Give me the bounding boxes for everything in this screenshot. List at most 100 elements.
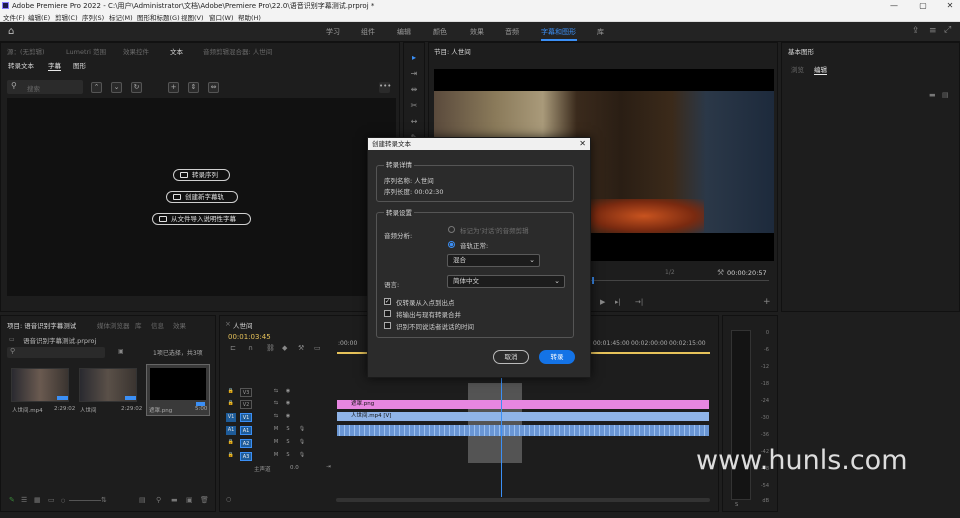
sync-lock-icon[interactable]: ⇆: [271, 387, 281, 396]
cancel-button[interactable]: 取消: [493, 350, 529, 364]
tab-info[interactable]: 信息: [151, 320, 164, 330]
workspace-libraries[interactable]: 库: [597, 27, 604, 37]
nest-icon[interactable]: ⊏: [230, 344, 236, 352]
create-caption-track-button[interactable]: 创建新字幕轨: [166, 191, 238, 203]
import-captions-button[interactable]: 从文件导入说明性字幕: [152, 213, 251, 225]
tab-sequence[interactable]: 人世间: [233, 320, 253, 330]
home-icon[interactable]: ⌂: [8, 26, 14, 37]
lock-icon[interactable]: 🔒: [226, 387, 236, 396]
master-value[interactable]: 0.0: [290, 465, 299, 471]
split-caption-icon[interactable]: ⇕: [188, 82, 199, 93]
maximize-button[interactable]: ▢: [913, 0, 933, 11]
folder-icon[interactable]: ▬: [929, 91, 936, 99]
source-patch-a1[interactable]: A1: [226, 426, 236, 435]
menu-view[interactable]: 视图(V): [181, 12, 204, 22]
track-select-tool-icon[interactable]: ⇥: [409, 69, 419, 79]
slip-tool-icon[interactable]: ↔: [409, 117, 419, 127]
track-label[interactable]: A2: [240, 439, 252, 448]
clip-video-v1[interactable]: 人世间.mp4 [V]: [337, 412, 709, 421]
workspace-learn[interactable]: 学习: [326, 27, 340, 37]
new-item-icon[interactable]: ▣: [186, 496, 193, 504]
track-label[interactable]: V2: [240, 400, 252, 409]
new-layer-icon[interactable]: ▤: [942, 91, 949, 99]
freeform-view-icon[interactable]: ▭: [48, 496, 55, 504]
menu-help[interactable]: 帮助(H): [238, 12, 261, 22]
tab-lumetri[interactable]: Lumetri 范围: [66, 46, 106, 56]
track-label[interactable]: V1: [240, 413, 252, 422]
lock-icon[interactable]: 🔒: [226, 399, 236, 408]
tab-effect-controls[interactable]: 效果控件: [123, 46, 149, 56]
selection-tool-icon[interactable]: ▸: [409, 53, 419, 63]
go-to-out-icon[interactable]: →|: [635, 298, 643, 306]
track-label[interactable]: V3: [240, 388, 252, 397]
radio-dialog-clips[interactable]: [448, 226, 455, 233]
pencil-icon[interactable]: ✎: [9, 496, 15, 504]
merge-caption-icon[interactable]: ⇔: [208, 82, 219, 93]
track-label[interactable]: A1: [240, 426, 252, 435]
snap-icon[interactable]: ∩: [248, 344, 253, 352]
clip-audio-a1[interactable]: [337, 425, 709, 436]
menu-markers[interactable]: 标记(M): [109, 12, 133, 22]
workspace-assembly[interactable]: 组件: [361, 27, 375, 37]
list-view-icon[interactable]: ☰: [21, 496, 27, 504]
menu-clip[interactable]: 剪辑(C): [55, 12, 78, 22]
lock-icon[interactable]: 🔒: [226, 451, 236, 460]
menu-graphics[interactable]: 图形和标题(G): [137, 12, 180, 22]
checkbox-merge[interactable]: [384, 310, 391, 317]
menu-edit[interactable]: 编辑(E): [28, 12, 50, 22]
close-button[interactable]: ✕: [940, 0, 960, 11]
icon-view-icon[interactable]: ▦: [34, 496, 41, 504]
lock-icon[interactable]: 🔒: [226, 438, 236, 447]
playback-resolution[interactable]: 1/2: [665, 269, 675, 276]
checkbox-in-out[interactable]: ✓: [384, 298, 391, 305]
subtab-transcript[interactable]: 转录文本: [8, 60, 34, 70]
add-caption-icon[interactable]: +: [168, 82, 179, 93]
timeline-scrollbar[interactable]: [336, 498, 710, 502]
subtab-graphics[interactable]: 图形: [73, 60, 86, 70]
razor-tool-icon[interactable]: ✂: [409, 101, 419, 111]
play-button-icon[interactable]: ▶: [600, 298, 605, 306]
tab-media-browser[interactable]: 媒体浏览器: [97, 320, 130, 330]
clip-mask-png[interactable]: 遮罩.png: [337, 400, 709, 409]
transcribe-sequence-button[interactable]: 转录序列: [173, 169, 230, 181]
radio-audio-track[interactable]: [448, 241, 455, 248]
tab-edit[interactable]: 编辑: [814, 64, 827, 75]
workspace-editing[interactable]: 编辑: [397, 27, 411, 37]
tab-text[interactable]: 文本: [170, 46, 183, 56]
meter-solo-button[interactable]: S: [735, 502, 738, 508]
tab-effects[interactable]: 效果: [173, 320, 186, 330]
workspace-effects[interactable]: 效果: [470, 27, 484, 37]
transcribe-button[interactable]: 转录: [539, 350, 575, 364]
tab-program[interactable]: 节目: 人世间: [434, 46, 471, 56]
search-input[interactable]: ⚲ 搜索: [7, 80, 83, 94]
trash-icon[interactable]: 🗑: [200, 496, 209, 504]
menu-sequence[interactable]: 序列(S): [82, 12, 104, 22]
sort-icon[interactable]: ⇅: [101, 496, 107, 504]
mic-icon[interactable]: 🎙: [297, 451, 307, 460]
project-item-selected[interactable]: 遮罩.png 5:00: [146, 364, 210, 416]
audio-track-select[interactable]: 混合 ⌄: [447, 254, 540, 267]
add-marker-icon[interactable]: ◆: [282, 344, 287, 352]
step-forward-icon[interactable]: ▸|: [615, 298, 621, 306]
dialog-close-button[interactable]: ✕: [579, 138, 586, 150]
fullscreen-icon[interactable]: ⤢: [944, 25, 951, 35]
wrench-icon[interactable]: ⚒: [717, 268, 724, 277]
mic-icon[interactable]: 🎙: [297, 438, 307, 447]
go-to-end-icon[interactable]: ⇥: [326, 464, 331, 470]
menu-window[interactable]: 窗口(W): [209, 12, 234, 22]
mute-icon[interactable]: M: [271, 451, 281, 460]
checkbox-speakers[interactable]: [384, 322, 391, 329]
source-patch-v1[interactable]: V1: [226, 413, 236, 422]
eye-icon[interactable]: ◉: [283, 399, 293, 408]
eye-icon[interactable]: ◉: [283, 412, 293, 421]
more-button[interactable]: •••: [379, 82, 391, 93]
zoom-out-icon[interactable]: ○: [226, 496, 231, 503]
new-bin-icon[interactable]: ▣: [118, 348, 124, 355]
mic-icon[interactable]: 🎙: [297, 425, 307, 434]
tab-browse[interactable]: 浏览: [791, 64, 804, 74]
settings-wrench-icon[interactable]: ⚒: [298, 344, 304, 352]
tab-source[interactable]: 源：(无剪辑): [7, 46, 45, 56]
tab-audio-mixer[interactable]: 音频剪辑混合器: 人世间: [203, 46, 272, 56]
program-scrubber[interactable]: [589, 280, 769, 281]
track-label[interactable]: A3: [240, 452, 252, 461]
